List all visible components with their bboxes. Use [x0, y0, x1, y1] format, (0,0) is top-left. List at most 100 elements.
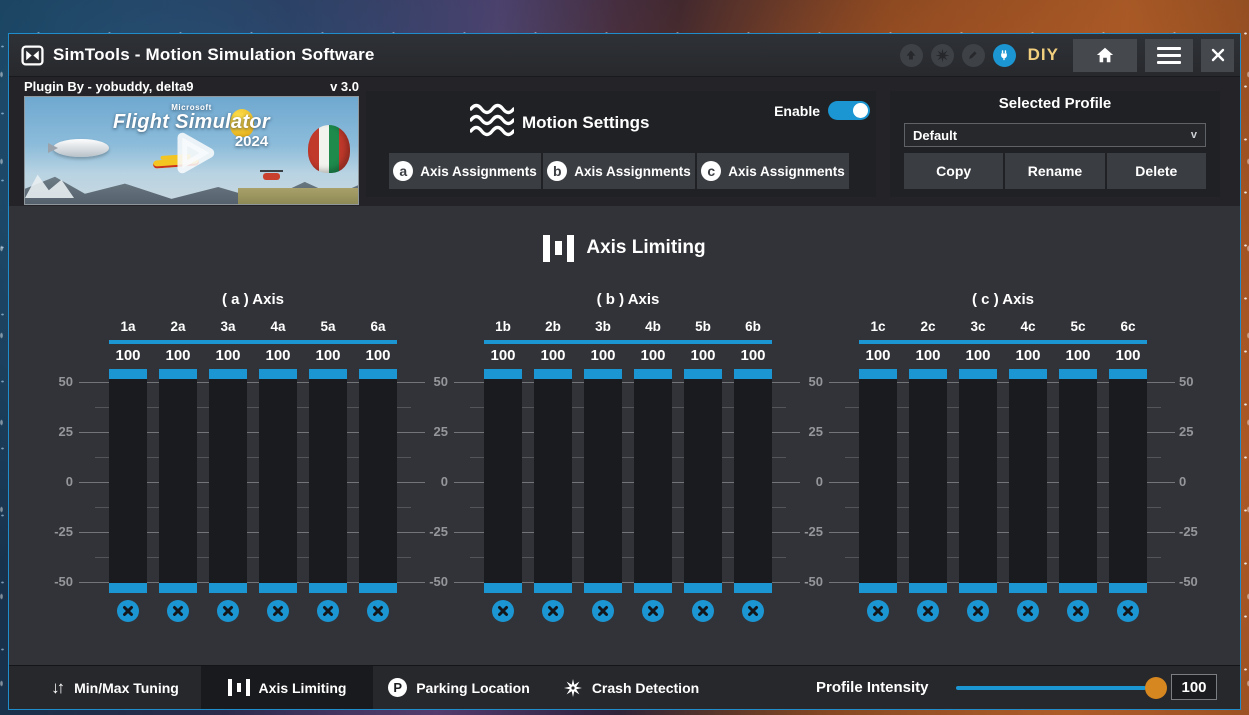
limit-slider-1a[interactable] — [109, 369, 147, 593]
lower-limit-handle-3a[interactable] — [209, 583, 247, 593]
copy-button[interactable]: Copy — [904, 153, 1003, 189]
reset-button-6b[interactable] — [742, 600, 764, 622]
edit-icon[interactable] — [962, 44, 985, 67]
limit-slider-2c[interactable] — [909, 369, 947, 593]
reset-button-1b[interactable] — [492, 600, 514, 622]
tab-minmax-tuning[interactable]: ↓↑ Min/Max Tuning — [29, 666, 201, 709]
lower-limit-handle-2c[interactable] — [909, 583, 947, 593]
home-button[interactable] — [1073, 39, 1137, 72]
lower-limit-handle-6b[interactable] — [734, 583, 772, 593]
lower-limit-handle-2b[interactable] — [534, 583, 572, 593]
crash-icon[interactable] — [931, 44, 954, 67]
axis-assignments-c-button[interactable]: c Axis Assignments — [697, 153, 849, 189]
reset-button-3c[interactable] — [967, 600, 989, 622]
reset-button-1c[interactable] — [867, 600, 889, 622]
profile-intensity-slider[interactable] — [956, 686, 1146, 690]
reset-button-6c[interactable] — [1117, 600, 1139, 622]
limit-slider-3a[interactable] — [209, 369, 247, 593]
limit-slider-4b[interactable] — [634, 369, 672, 593]
upper-limit-handle-5a[interactable] — [309, 369, 347, 379]
scale-label: 25 — [414, 423, 448, 441]
reset-button-2a[interactable] — [167, 600, 189, 622]
lower-limit-handle-1a[interactable] — [109, 583, 147, 593]
tab-axis-limiting[interactable]: Axis Limiting — [201, 666, 373, 709]
power-plug-icon[interactable] — [993, 44, 1016, 67]
reset-button-4a[interactable] — [267, 600, 289, 622]
limit-slider-5c[interactable] — [1059, 369, 1097, 593]
axis-assignments-b-button[interactable]: b Axis Assignments — [543, 153, 695, 189]
upper-limit-handle-2c[interactable] — [909, 369, 947, 379]
upper-limit-handle-2a[interactable] — [159, 369, 197, 379]
lower-limit-handle-3c[interactable] — [959, 583, 997, 593]
menu-button[interactable] — [1145, 39, 1193, 72]
lower-limit-handle-1c[interactable] — [859, 583, 897, 593]
limit-slider-6c[interactable] — [1109, 369, 1147, 593]
upload-icon[interactable] — [900, 44, 923, 67]
reset-button-3b[interactable] — [592, 600, 614, 622]
upper-limit-handle-3c[interactable] — [959, 369, 997, 379]
reset-button-2c[interactable] — [917, 600, 939, 622]
upper-limit-handle-4b[interactable] — [634, 369, 672, 379]
limit-slider-5b[interactable] — [684, 369, 722, 593]
profile-dropdown[interactable]: Default v — [904, 123, 1206, 147]
lower-limit-handle-3b[interactable] — [584, 583, 622, 593]
limit-slider-4a[interactable] — [259, 369, 297, 593]
lower-limit-handle-6c[interactable] — [1109, 583, 1147, 593]
plugin-version: v 3.0 — [330, 79, 359, 94]
upper-limit-handle-4c[interactable] — [1009, 369, 1047, 379]
limit-slider-3b[interactable] — [584, 369, 622, 593]
lower-limit-handle-6a[interactable] — [359, 583, 397, 593]
delete-button[interactable]: Delete — [1107, 153, 1206, 189]
lower-limit-handle-4a[interactable] — [259, 583, 297, 593]
upper-limit-handle-5c[interactable] — [1059, 369, 1097, 379]
game-banner[interactable]: Microsoft Flight Simulator 2024 — [24, 96, 359, 205]
profile-intensity-knob[interactable] — [1145, 677, 1167, 699]
reset-button-5a[interactable] — [317, 600, 339, 622]
enable-toggle[interactable] — [828, 101, 870, 120]
limit-slider-1c[interactable] — [859, 369, 897, 593]
lower-limit-handle-4c[interactable] — [1009, 583, 1047, 593]
reset-button-4c[interactable] — [1017, 600, 1039, 622]
close-button[interactable] — [1201, 39, 1234, 72]
limit-slider-1b[interactable] — [484, 369, 522, 593]
play-button[interactable] — [163, 124, 221, 182]
tab-parking-location[interactable]: P Parking Location — [373, 666, 545, 709]
lower-limit-handle-5b[interactable] — [684, 583, 722, 593]
lower-limit-handle-4b[interactable] — [634, 583, 672, 593]
upper-limit-handle-3a[interactable] — [209, 369, 247, 379]
tab-crash-detection[interactable]: Crash Detection — [545, 666, 717, 709]
reset-button-5b[interactable] — [692, 600, 714, 622]
upper-limit-handle-1a[interactable] — [109, 369, 147, 379]
limit-slider-2b[interactable] — [534, 369, 572, 593]
lower-limit-handle-1b[interactable] — [484, 583, 522, 593]
upper-limit-handle-6b[interactable] — [734, 369, 772, 379]
reset-button-2b[interactable] — [542, 600, 564, 622]
upper-limit-handle-3b[interactable] — [584, 369, 622, 379]
profile-intensity-value[interactable]: 100 — [1171, 674, 1217, 700]
reset-button-1a[interactable] — [117, 600, 139, 622]
axis-assignments-a-button[interactable]: a Axis Assignments — [389, 153, 541, 189]
upper-limit-handle-4a[interactable] — [259, 369, 297, 379]
lower-limit-handle-5a[interactable] — [309, 583, 347, 593]
limit-slider-5a[interactable] — [309, 369, 347, 593]
reset-button-4b[interactable] — [642, 600, 664, 622]
rename-button[interactable]: Rename — [1005, 153, 1104, 189]
channel-tracks-row — [484, 369, 772, 593]
limit-slider-3c[interactable] — [959, 369, 997, 593]
lower-limit-handle-2a[interactable] — [159, 583, 197, 593]
limit-slider-2a[interactable] — [159, 369, 197, 593]
limit-slider-6a[interactable] — [359, 369, 397, 593]
reset-button-6a[interactable] — [367, 600, 389, 622]
lower-limit-handle-5c[interactable] — [1059, 583, 1097, 593]
upper-limit-handle-1c[interactable] — [859, 369, 897, 379]
limit-slider-6b[interactable] — [734, 369, 772, 593]
upper-limit-handle-1b[interactable] — [484, 369, 522, 379]
reset-button-3a[interactable] — [217, 600, 239, 622]
upper-limit-handle-5b[interactable] — [684, 369, 722, 379]
upper-limit-handle-6a[interactable] — [359, 369, 397, 379]
upper-limit-handle-6c[interactable] — [1109, 369, 1147, 379]
upper-limit-handle-2b[interactable] — [534, 369, 572, 379]
titlebar[interactable]: SimTools - Motion Simulation Software DI… — [9, 34, 1240, 77]
limit-slider-4c[interactable] — [1009, 369, 1047, 593]
reset-button-5c[interactable] — [1067, 600, 1089, 622]
